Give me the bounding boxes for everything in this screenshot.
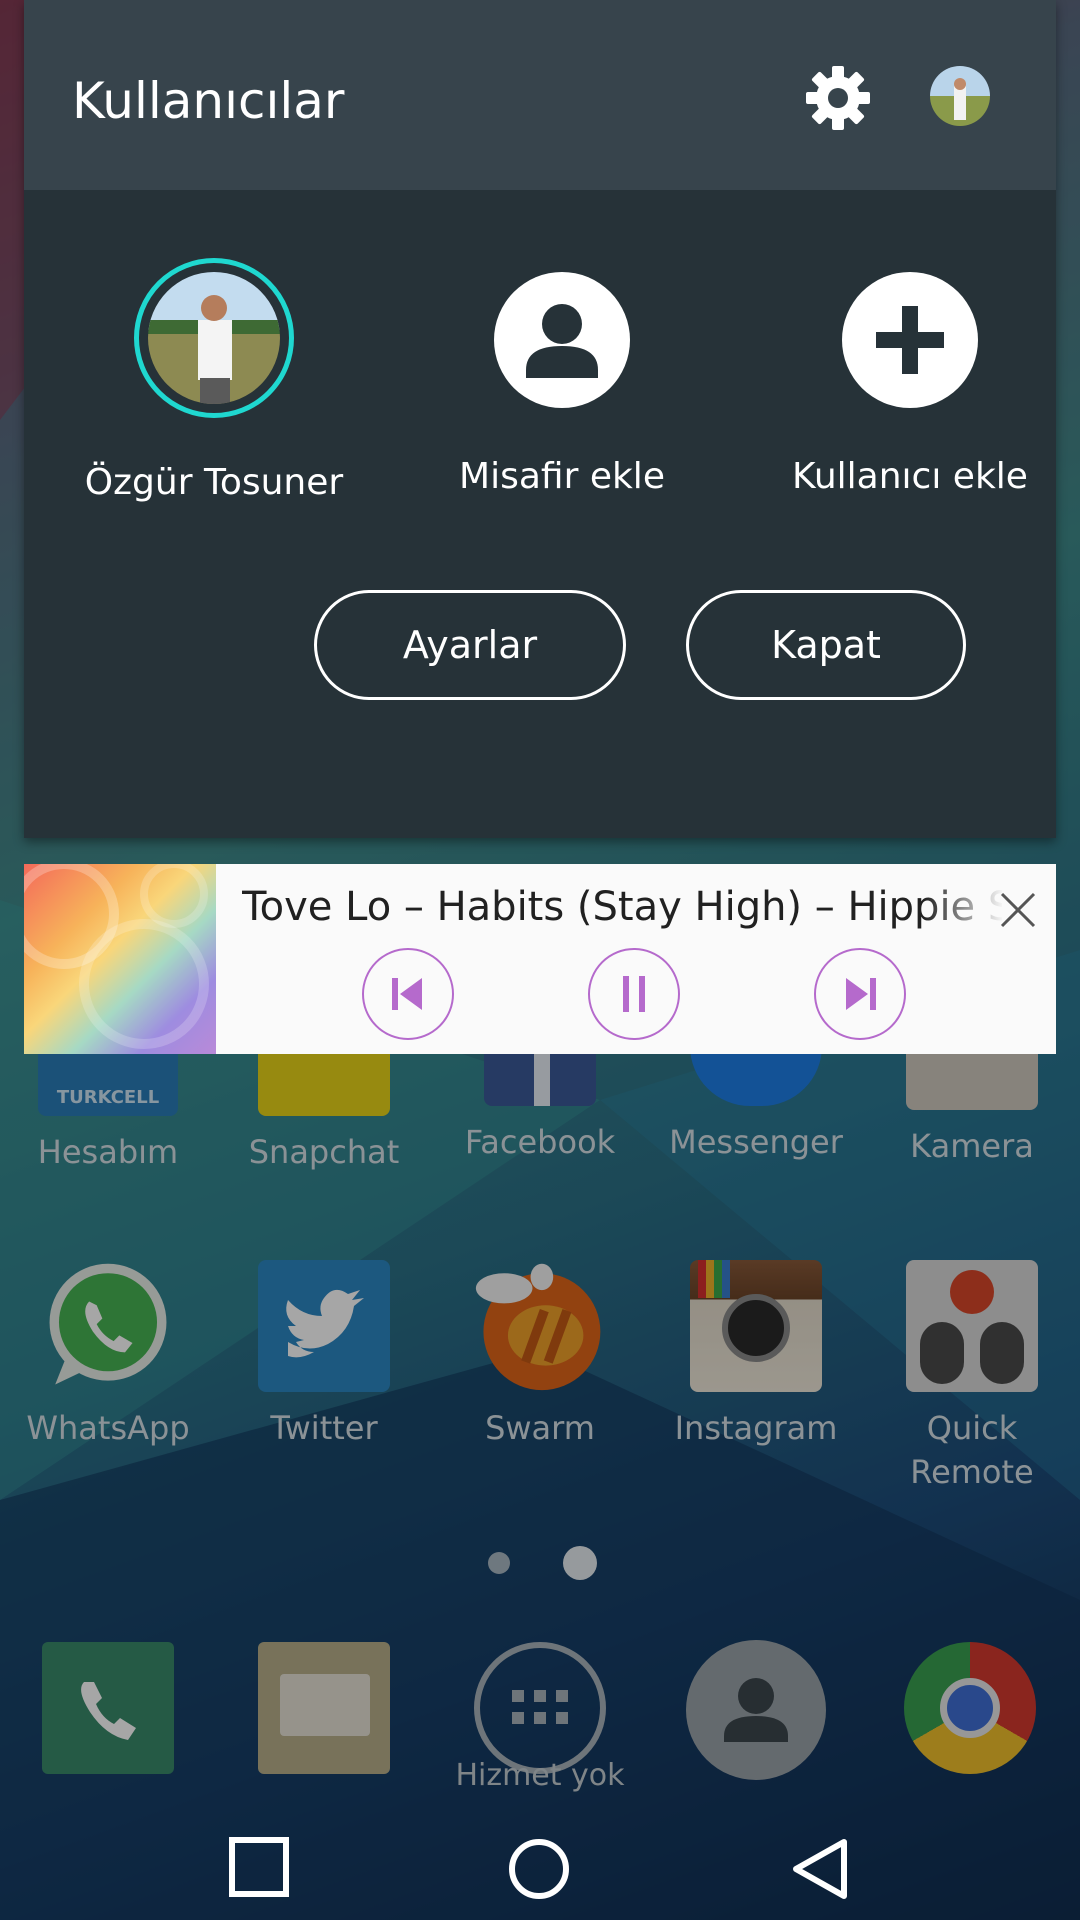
navigation-bar <box>0 1820 1080 1920</box>
users-panel: Kullanıcılar Özgür Tosuner Misafir ekle … <box>24 0 1056 838</box>
add-guest-label: Misafir ekle <box>459 456 665 497</box>
media-notification[interactable]: Tove Lo – Habits (Stay High) – Hippie Sa… <box>9 859 1056 1054</box>
pause-icon <box>623 976 645 1012</box>
settings-button[interactable]: Ayarlar <box>314 590 626 700</box>
next-icon <box>846 978 876 1010</box>
user-item-ozgur[interactable]: Özgür Tosuner <box>44 258 384 503</box>
close-icon[interactable] <box>996 888 1040 932</box>
add-guest[interactable]: Misafir ekle <box>392 272 732 497</box>
plus-icon <box>876 306 944 374</box>
pause-button[interactable] <box>588 948 680 1040</box>
current-user-avatar[interactable] <box>930 66 990 126</box>
person-icon <box>526 304 598 378</box>
panel-title: Kullanıcılar <box>72 72 345 130</box>
album-art <box>9 859 216 1054</box>
recents-icon[interactable] <box>226 1834 296 1904</box>
panel-header: Kullanıcılar <box>24 0 1056 190</box>
user-name: Özgür Tosuner <box>84 462 344 503</box>
add-user-avatar <box>842 272 978 408</box>
previous-button[interactable] <box>362 948 454 1040</box>
user-photo-avatar <box>134 258 294 418</box>
gear-icon[interactable] <box>802 62 874 134</box>
next-button[interactable] <box>814 948 906 1040</box>
previous-icon <box>392 978 422 1010</box>
title-fade <box>924 878 1004 938</box>
guest-avatar <box>494 272 630 408</box>
add-user-label: Kullanıcı ekle <box>792 456 1028 497</box>
close-button[interactable]: Kapat <box>686 590 966 700</box>
track-title: Tove Lo – Habits (Stay High) – Hippie Sa… <box>242 884 1002 930</box>
home-icon[interactable] <box>504 1834 574 1904</box>
add-user[interactable]: Kullanıcı ekle <box>740 272 1080 497</box>
back-icon[interactable] <box>786 1834 856 1904</box>
